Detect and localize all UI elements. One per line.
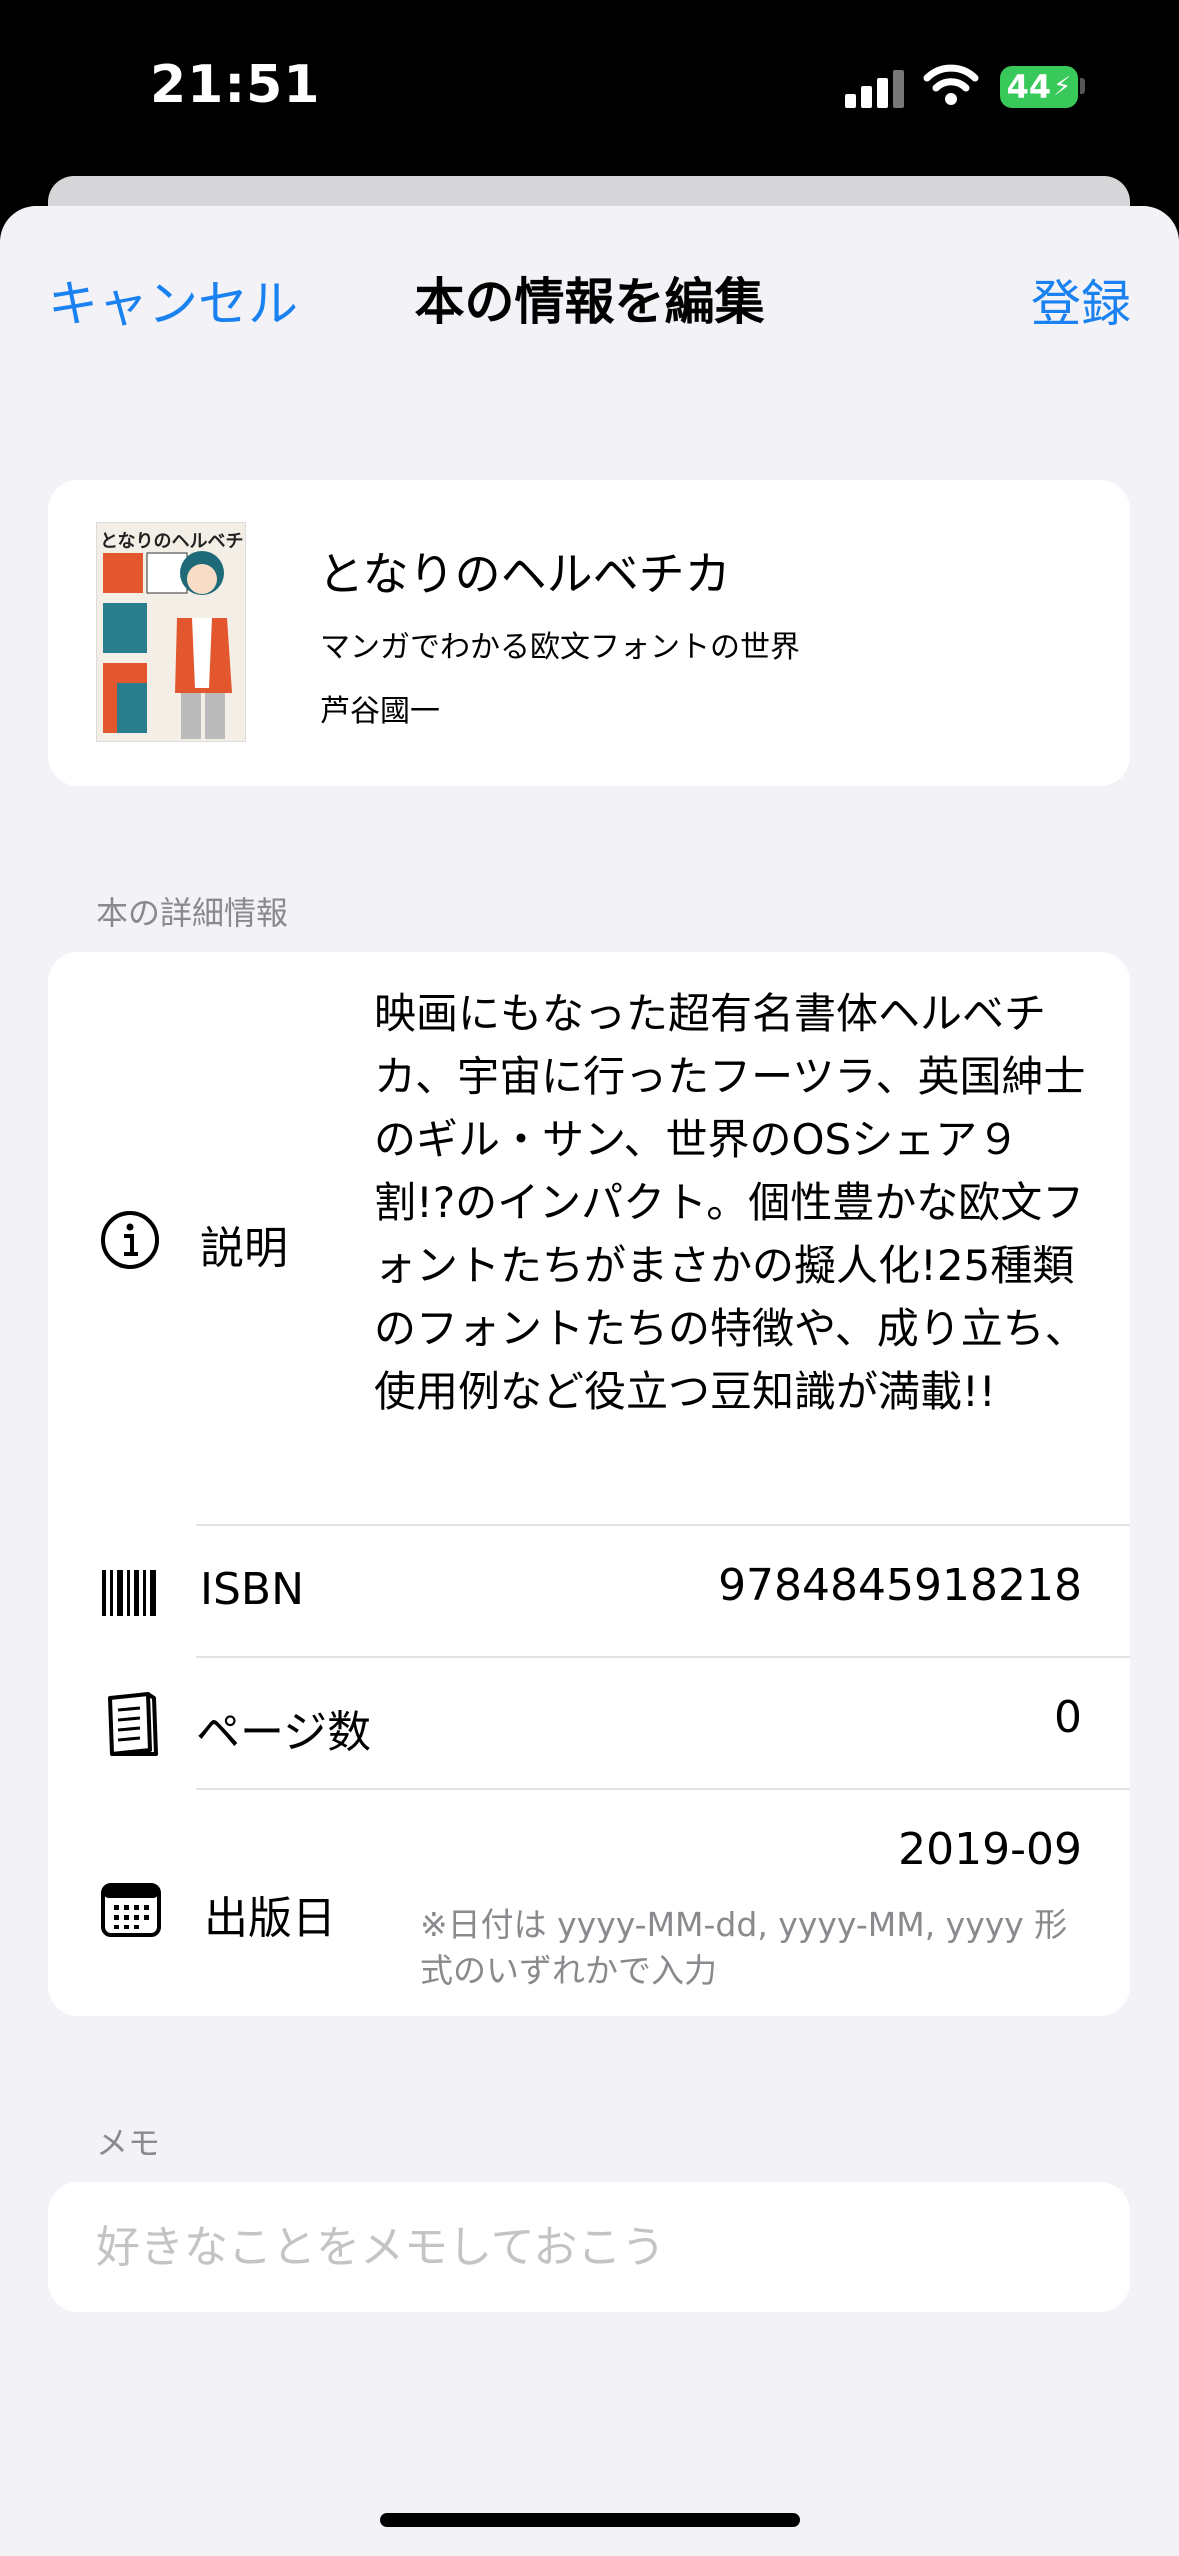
battery-level: 44 bbox=[1006, 68, 1052, 106]
memo-section-header: メモ bbox=[96, 2124, 161, 2162]
home-indicator bbox=[380, 2513, 800, 2527]
cellular-signal-icon bbox=[845, 68, 905, 108]
page-count-value[interactable]: 0 bbox=[1054, 1692, 1082, 1743]
book-title: となりのヘルベチカ bbox=[318, 547, 731, 601]
isbn-label: ISBN bbox=[200, 1564, 305, 1615]
page-count-label: ページ数 bbox=[196, 1707, 372, 1758]
isbn-value[interactable]: 9784845918218 bbox=[718, 1560, 1082, 1611]
book-cover-image: となりのヘルベチカ bbox=[96, 522, 246, 742]
edit-book-sheet: キャンセル 本の情報を編集 登録 となりのヘルベチカ となりのヘルベチカ マンガ… bbox=[0, 206, 1179, 2556]
date-format-hint: ※日付は yyyy-MM-dd, yyyy-MM, yyyy 形式のいずれかで入… bbox=[420, 1905, 1068, 1990]
book-author: 芦谷國一 bbox=[320, 694, 440, 729]
register-button[interactable]: 登録 bbox=[1031, 264, 1131, 336]
description-label: 説明 bbox=[200, 1223, 288, 1274]
page-title: 本の情報を編集 bbox=[414, 273, 765, 331]
wifi-icon bbox=[923, 64, 979, 105]
description-row[interactable]: 説明 映画にもなった超有名書体ヘルベチカ、宇宙に行ったフーツラ、英国紳士のギル・… bbox=[48, 952, 1130, 1524]
page-count-row[interactable]: ページ数 0 bbox=[48, 1658, 1130, 1788]
status-bar: 21:51 44 ⚡ bbox=[0, 0, 1179, 176]
barcode-icon bbox=[102, 1570, 156, 1616]
memo-input[interactable] bbox=[96, 2182, 1096, 2312]
publish-date-label: 出版日 bbox=[204, 1893, 336, 1944]
info-icon bbox=[101, 1211, 159, 1269]
details-section-header: 本の詳細情報 bbox=[96, 894, 289, 932]
book-details-card: 説明 映画にもなった超有名書体ヘルベチカ、宇宙に行ったフーツラ、英国紳士のギル・… bbox=[48, 952, 1130, 2016]
calendar-icon bbox=[101, 1883, 161, 1937]
book-summary-card: となりのヘルベチカ となりのヘルベチカ マンガでわかる欧文フォントの世界 芦谷國… bbox=[48, 480, 1130, 786]
publish-date-row[interactable]: 出版日 2019-09 ※日付は yyyy-MM-dd, yyyy-MM, yy… bbox=[48, 1790, 1130, 2016]
isbn-row[interactable]: ISBN 9784845918218 bbox=[48, 1526, 1130, 1656]
book-pages-icon bbox=[108, 1692, 158, 1756]
navigation-bar: キャンセル 本の情報を編集 登録 bbox=[0, 206, 1179, 376]
battery-cap bbox=[1080, 78, 1085, 94]
battery-icon: 44 ⚡ bbox=[1000, 66, 1078, 108]
memo-card bbox=[48, 2182, 1130, 2312]
book-subtitle: マンガでわかる欧文フォントの世界 bbox=[320, 630, 800, 665]
description-value[interactable]: 映画にもなった超有名書体ヘルベチカ、宇宙に行ったフーツラ、英国紳士のギル・サン、… bbox=[374, 982, 1094, 1423]
status-time: 21:51 bbox=[150, 55, 321, 115]
publish-date-value[interactable]: 2019-09 bbox=[898, 1824, 1082, 1875]
